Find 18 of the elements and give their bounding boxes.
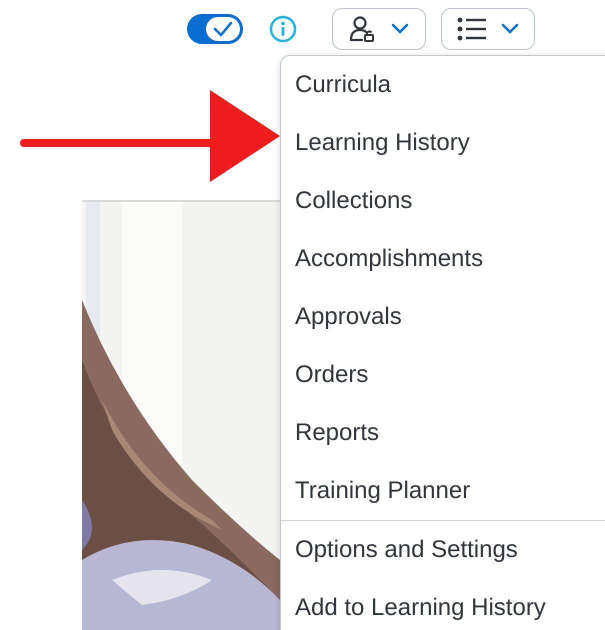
list-menu-button[interactable] — [441, 8, 535, 50]
user-lock-icon — [349, 15, 377, 43]
toggle-switch[interactable] — [187, 14, 243, 44]
menu-item[interactable]: Training Planner — [281, 462, 605, 520]
user-menu-button[interactable] — [332, 8, 426, 50]
list-icon — [457, 17, 487, 41]
menu-item[interactable]: Collections — [281, 172, 605, 230]
menu-item[interactable]: Accomplishments — [281, 230, 605, 288]
menu-item[interactable]: Add to Learning History — [281, 579, 605, 630]
menu-item[interactable]: Curricula — [281, 56, 605, 114]
menu-item[interactable]: Reports — [281, 404, 605, 462]
chevron-down-icon — [501, 23, 519, 35]
check-icon — [213, 21, 233, 37]
menu-item[interactable]: Approvals — [281, 288, 605, 346]
menu-item[interactable]: Options and Settings — [281, 521, 605, 579]
menu-item[interactable]: Learning History — [281, 114, 605, 172]
menu-item[interactable]: Orders — [281, 346, 605, 404]
chevron-down-icon — [391, 23, 409, 35]
